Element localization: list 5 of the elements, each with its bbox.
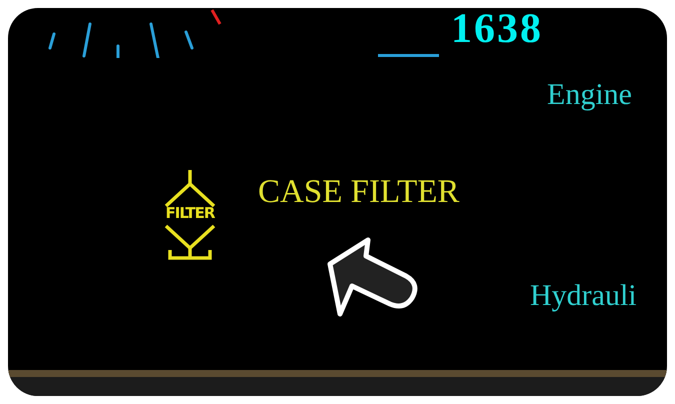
warning-label: CASE FILTER [258,176,460,209]
engine-label: Engine [547,80,632,110]
hydraulic-label: Hydrauli [530,281,637,311]
rpm-reading: 1638 [451,8,543,50]
underline-bar [378,54,439,57]
